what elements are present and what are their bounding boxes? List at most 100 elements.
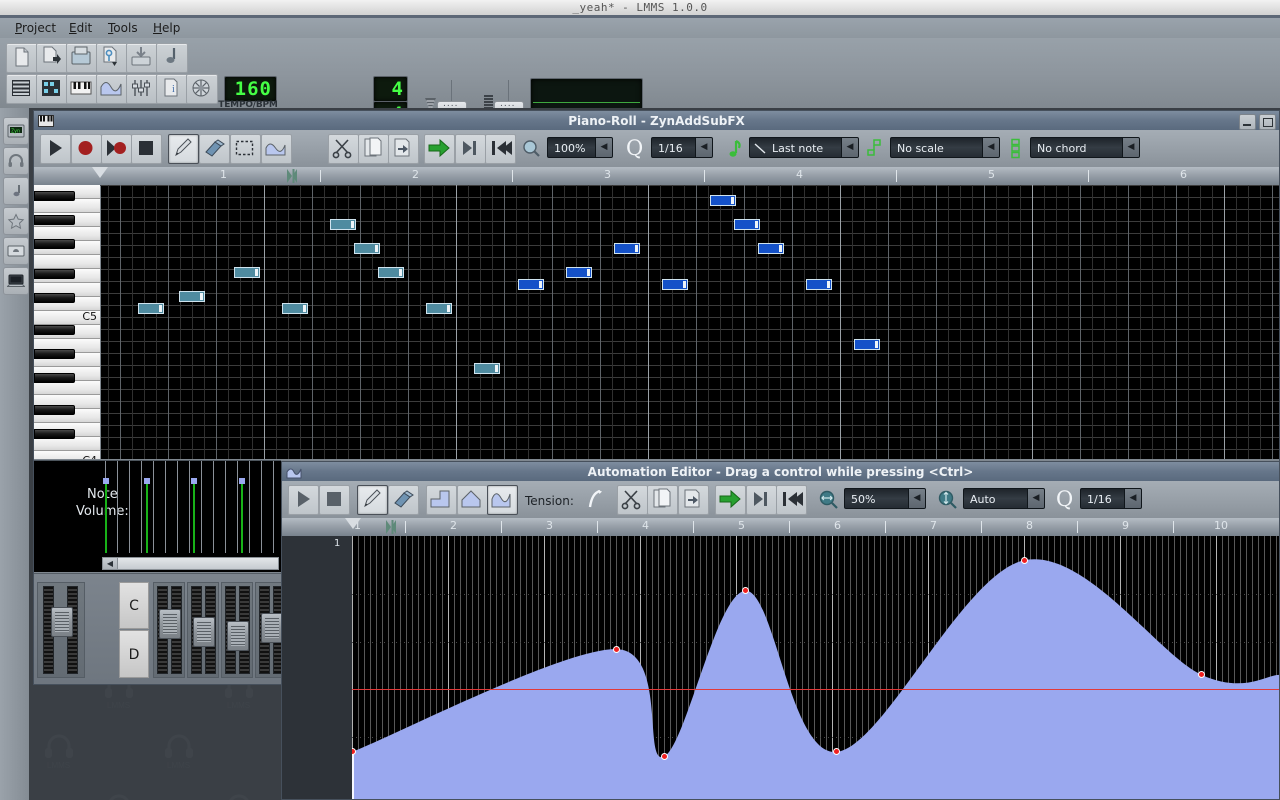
note-grid[interactable] xyxy=(101,185,1279,459)
note[interactable] xyxy=(354,243,380,254)
goto-start-button[interactable] xyxy=(776,485,807,515)
note[interactable] xyxy=(758,243,784,254)
fader-handle[interactable] xyxy=(261,613,283,643)
export-project-button[interactable] xyxy=(126,43,158,73)
note-volume-bar[interactable] xyxy=(193,481,195,553)
zoom-combo[interactable]: 100% ◀ xyxy=(547,137,613,158)
sidebar-root-directory[interactable] xyxy=(3,237,29,265)
open-recent-button[interactable] xyxy=(96,43,128,73)
cut-button[interactable] xyxy=(328,134,359,164)
white-key-c[interactable]: C xyxy=(119,582,149,629)
zoom-y-combo[interactable]: Auto ◀ xyxy=(963,488,1045,509)
select-mode-button[interactable] xyxy=(230,134,261,164)
note[interactable] xyxy=(734,219,760,230)
discrete-progression-button[interactable] xyxy=(426,485,457,515)
chevron-left-icon[interactable]: ◀ xyxy=(841,138,858,157)
maximize-button[interactable] xyxy=(1259,114,1276,130)
piano-black-key[interactable] xyxy=(34,191,75,201)
piano-white-key[interactable] xyxy=(34,199,100,213)
draw-mode-button[interactable] xyxy=(357,485,388,515)
piano-keyboard[interactable]: C5 C4 xyxy=(34,185,100,459)
piano-white-key[interactable] xyxy=(34,437,100,451)
note-volume-bar[interactable] xyxy=(146,481,148,553)
fader-handle[interactable] xyxy=(227,621,249,651)
chevron-left-icon[interactable]: ◀ xyxy=(982,138,999,157)
note[interactable] xyxy=(234,267,260,278)
note-volume-scrollbar[interactable] xyxy=(102,557,279,570)
save-project-button[interactable] xyxy=(66,43,98,73)
open-project-button[interactable] xyxy=(36,43,68,73)
scroll-left-button[interactable]: ◀ xyxy=(102,557,118,570)
chevron-left-icon[interactable]: ◀ xyxy=(908,489,925,508)
piano-black-key[interactable] xyxy=(34,325,75,335)
goto-end-button[interactable] xyxy=(455,134,486,164)
record-button[interactable] xyxy=(71,134,102,164)
note[interactable] xyxy=(179,291,205,302)
scale-combo[interactable]: No scale ◀ xyxy=(890,137,1000,158)
note[interactable] xyxy=(614,243,640,254)
cubic-hermite-progression-button[interactable] xyxy=(487,485,518,515)
piano-white-key[interactable] xyxy=(34,381,100,395)
note-volume-handle[interactable] xyxy=(191,478,197,484)
chevron-left-icon[interactable]: ◀ xyxy=(1122,138,1139,157)
piano-black-key[interactable] xyxy=(34,429,75,439)
detune-mode-button[interactable] xyxy=(261,134,292,164)
note[interactable] xyxy=(662,279,688,290)
play-button[interactable] xyxy=(40,134,71,164)
piano-white-key[interactable] xyxy=(34,255,100,269)
note[interactable] xyxy=(378,267,404,278)
sidebar-instrument-plugins[interactable]: Zyn xyxy=(3,117,29,145)
note[interactable] xyxy=(710,195,736,206)
playhead-marker[interactable] xyxy=(92,167,108,178)
new-project-button[interactable] xyxy=(6,43,38,73)
automation-control-point[interactable] xyxy=(1021,557,1028,564)
sidebar-my-presets[interactable] xyxy=(3,177,29,205)
sidebar-my-favorites[interactable] xyxy=(3,207,29,235)
paste-button[interactable] xyxy=(388,134,419,164)
note-volume-bar[interactable] xyxy=(105,481,107,553)
automation-editor-titlebar[interactable]: Automation Editor - Drag a control while… xyxy=(281,461,1280,481)
stop-button[interactable] xyxy=(319,485,350,515)
chevron-left-icon[interactable]: ◀ xyxy=(595,138,612,157)
cut-button[interactable] xyxy=(617,485,648,515)
automation-canvas[interactable] xyxy=(352,536,1279,800)
copy-button[interactable] xyxy=(647,485,678,515)
note[interactable] xyxy=(426,303,452,314)
loop-start-marker[interactable] xyxy=(287,169,297,183)
project-notes-button[interactable]: i xyxy=(156,74,188,104)
quantize-combo[interactable]: 1/16 ◀ xyxy=(1080,488,1142,509)
note[interactable] xyxy=(566,267,592,278)
note[interactable] xyxy=(282,303,308,314)
record-accompany-button[interactable] xyxy=(101,134,132,164)
chevron-left-icon[interactable]: ◀ xyxy=(1124,489,1141,508)
import-midi-button[interactable] xyxy=(156,43,188,73)
linear-progression-button[interactable] xyxy=(457,485,488,515)
fader-slot[interactable] xyxy=(153,582,185,678)
goto-end-button[interactable] xyxy=(746,485,777,515)
note[interactable] xyxy=(806,279,832,290)
white-key-d[interactable]: D xyxy=(119,630,149,678)
note[interactable] xyxy=(330,219,356,230)
play-next-button[interactable] xyxy=(715,485,746,515)
paste-button[interactable] xyxy=(678,485,709,515)
fader-handle[interactable] xyxy=(193,617,215,647)
note[interactable] xyxy=(518,279,544,290)
note-length-combo[interactable]: Last note ◀ xyxy=(749,137,859,158)
note-volume-panel[interactable]: Note Volume: ◀ xyxy=(34,460,281,572)
piano-roll-ruler[interactable]: 123456 xyxy=(34,167,1279,186)
copy-button[interactable] xyxy=(358,134,389,164)
tempo-lcd[interactable]: 160 xyxy=(224,76,277,102)
piano-black-key[interactable] xyxy=(34,215,75,225)
draw-mode-button[interactable] xyxy=(168,134,199,164)
fader-slot-main[interactable] xyxy=(37,582,85,678)
menu-edit[interactable]: Edit xyxy=(62,18,99,38)
piano-black-key[interactable] xyxy=(34,373,75,383)
piano-black-key[interactable] xyxy=(34,239,75,249)
note[interactable] xyxy=(854,339,880,350)
note-volume-handle[interactable] xyxy=(103,478,109,484)
beat-bassline-editor-button[interactable] xyxy=(36,74,68,104)
play-button[interactable] xyxy=(288,485,319,515)
piano-black-key[interactable] xyxy=(34,405,75,415)
automation-control-point[interactable] xyxy=(661,753,668,760)
automation-control-point[interactable] xyxy=(613,646,620,653)
